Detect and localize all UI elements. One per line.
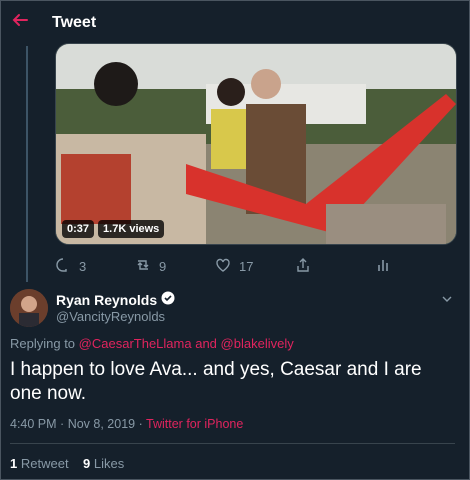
meta-separator: · [138,417,143,431]
tweet-source[interactable]: Twitter for iPhone [146,417,243,431]
action-bar: 3 9 17 [55,257,455,277]
video-views: 1.7K views [98,220,165,238]
likes-label: Likes [93,456,125,471]
reply-button[interactable]: 3 [55,257,86,276]
divider [10,443,455,444]
reply-count: 3 [79,259,87,274]
retweet-count: 9 [159,259,167,274]
like-count: 17 [239,259,254,274]
tweet-text: I happen to love Ava... and yes, Caesar … [10,359,422,404]
mention-joiner: and [195,336,217,351]
author-handle[interactable]: @VancityReynolds [56,309,165,324]
share-button[interactable] [295,257,311,276]
verified-badge-icon [161,291,175,308]
likes-count: 9 [83,456,91,471]
heart-icon [215,257,231,276]
mention-link[interactable]: @CaesarTheLlama [79,336,192,351]
replying-to: Replying to @CaesarTheLlama and @blakeli… [10,336,294,351]
retweet-icon [135,257,151,276]
author-name[interactable]: Ryan Reynolds [56,291,175,308]
mention-link[interactable]: @blakelively [221,336,294,351]
video-time: 0:37 [62,220,95,238]
likes-stat[interactable]: 9 Likes [83,456,124,471]
chevron-down-icon[interactable] [442,292,452,306]
share-icon [295,257,311,276]
header: Tweet [0,0,470,46]
analytics-button[interactable] [375,257,391,276]
video-frame [56,44,456,244]
tweet-stats: 1 Retweet 9 Likes [10,456,124,471]
retweets-stat[interactable]: 1 Retweet [10,456,69,471]
reply-icon [55,257,71,276]
replying-prefix: Replying to [10,336,76,351]
retweets-label: Retweet [20,456,69,471]
like-button[interactable]: 17 [215,257,253,276]
video-overlay: 0:37 1.7K views [62,220,165,238]
arrow-left-icon[interactable] [12,12,28,32]
tweet-date[interactable]: Nov 8, 2019 [68,417,135,431]
author-name-text: Ryan Reynolds [56,291,158,308]
tweet-meta: 4:40 PM · Nov 8, 2019 · Twitter for iPho… [10,417,243,431]
analytics-icon [375,257,391,276]
page-title: Tweet [52,14,97,31]
thread-line [26,46,28,282]
tweet-time[interactable]: 4:40 PM [10,417,57,431]
retweets-count: 1 [10,456,18,471]
meta-separator: · [60,417,65,431]
video-player[interactable]: 0:37 1.7K views [55,43,457,245]
retweet-button[interactable]: 9 [135,257,166,276]
avatar[interactable] [10,289,48,327]
